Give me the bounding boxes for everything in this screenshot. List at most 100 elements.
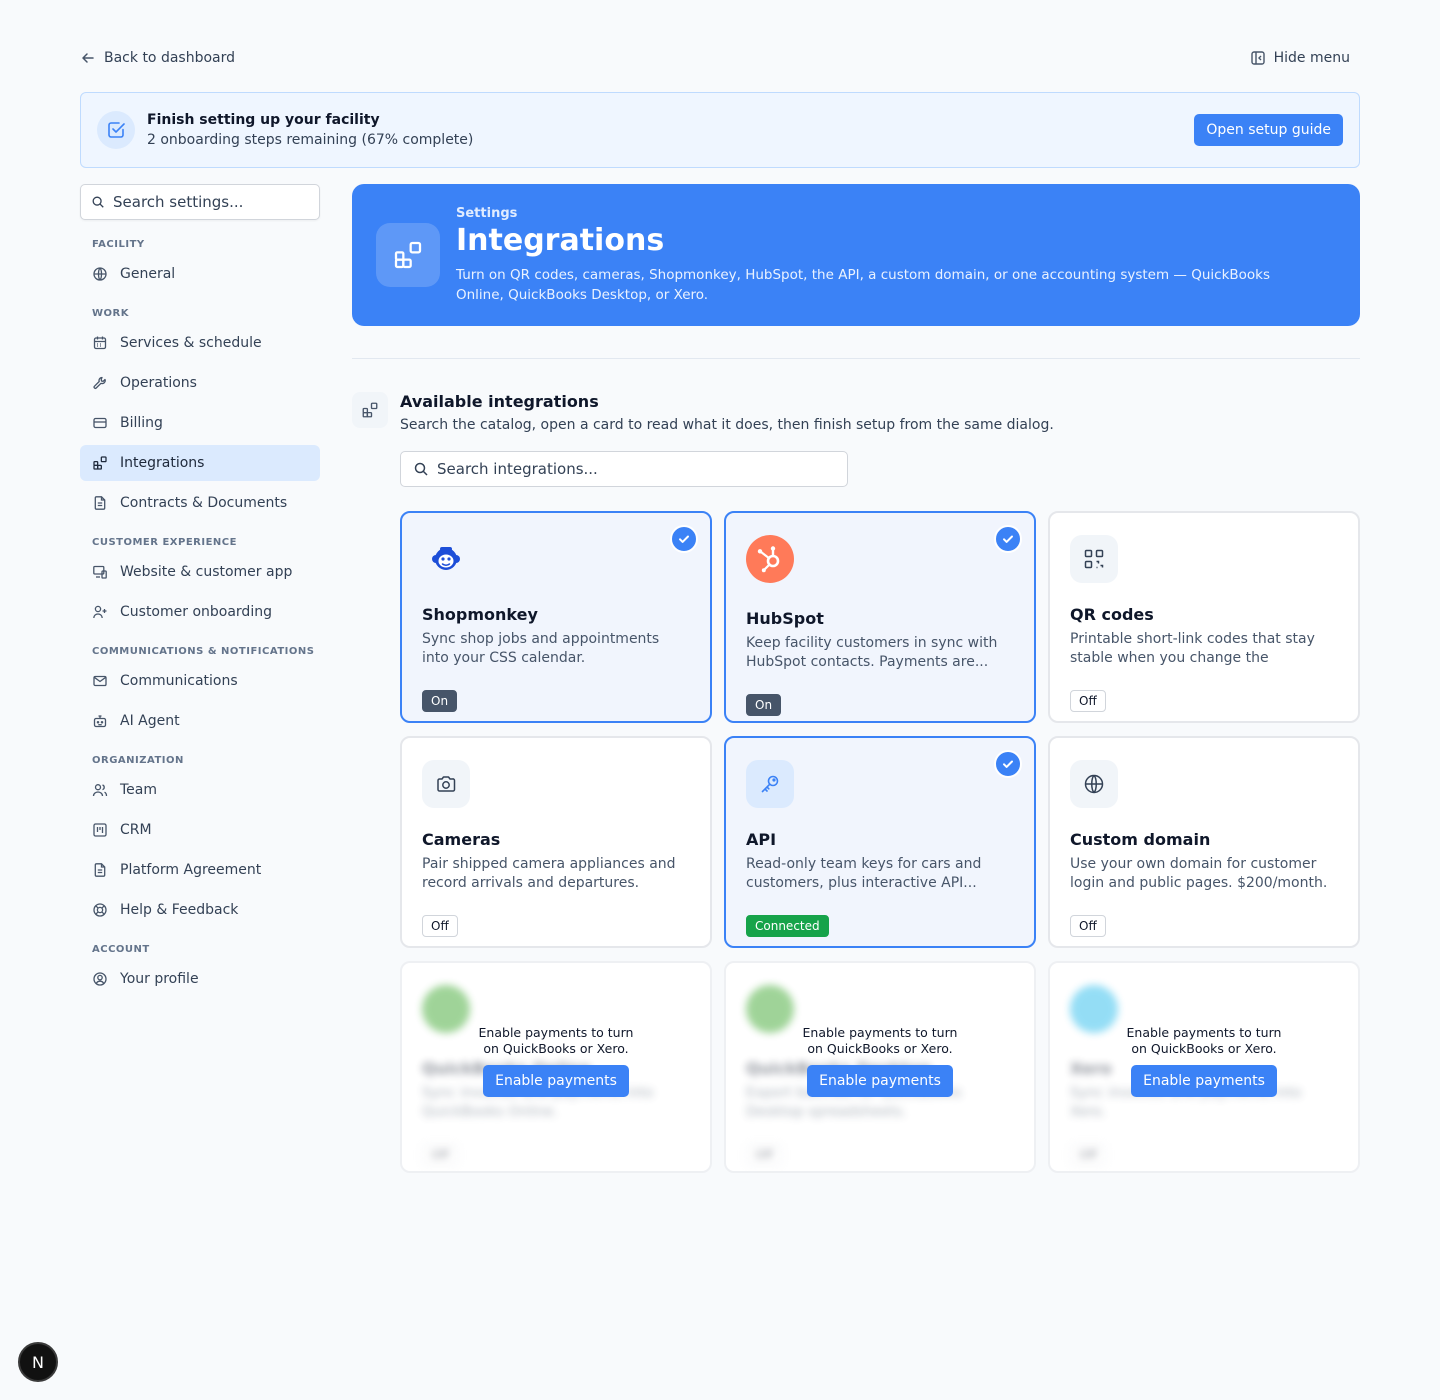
integrations-grid: Shopmonkey Sync shop jobs and appointment… (400, 511, 1360, 1173)
mail-icon (92, 673, 108, 689)
payments-required-text: Enable payments to turn on QuickBooks or… (478, 1025, 634, 1056)
integration-card-shopmonkey[interactable]: Shopmonkey Sync shop jobs and appointment… (400, 511, 712, 723)
status-badge: Off (422, 915, 458, 937)
back-to-dashboard-link[interactable]: Back to dashboard (80, 50, 235, 66)
sidebar-item-operations[interactable]: Operations (80, 365, 320, 401)
blocks-icon (376, 223, 440, 287)
nav-group-title: ORGANIZATION (92, 755, 184, 766)
shopmonkey-logo-icon (422, 535, 470, 583)
dev-indicator-button[interactable]: N (18, 1342, 58, 1382)
integration-name: Custom domain (1070, 830, 1211, 849)
sidebar-item-label: General (120, 266, 176, 282)
document-icon (92, 495, 108, 511)
sidebar-item-label: CRM (120, 822, 152, 838)
arrow-left-icon (80, 50, 96, 66)
globe-icon (92, 266, 108, 282)
page-hero: Settings Integrations Turn on QR codes, … (352, 184, 1360, 326)
check-icon (994, 525, 1022, 553)
panel-collapse-icon (1250, 50, 1266, 66)
integration-name: HubSpot (746, 609, 824, 628)
search-icon (91, 195, 105, 209)
sidebar-item-communications[interactable]: Communications (80, 663, 320, 699)
back-link-label: Back to dashboard (104, 50, 236, 66)
status-badge: Off (422, 1144, 458, 1166)
sidebar-item-label: AI Agent (120, 713, 180, 729)
integration-card-qr[interactable]: QR codes Printable short-link codes that … (1048, 511, 1360, 723)
hide-menu-button[interactable]: Hide menu (1250, 50, 1350, 66)
status-badge: Off (1070, 915, 1106, 937)
qr-code-icon (1070, 535, 1118, 583)
payments-required-text: Enable payments to turn on QuickBooks or… (1126, 1025, 1282, 1056)
setup-text: Finish setting up your facility 2 onboar… (147, 112, 1194, 148)
user-circle-icon (92, 971, 108, 987)
integration-description: Pair shipped camera appliances and recor… (422, 856, 676, 891)
calendar-icon (92, 335, 108, 351)
sidebar-item-ai-agent[interactable]: AI Agent (80, 703, 320, 739)
available-integrations-header: Available integrations Search the catalo… (352, 392, 1360, 433)
globe-icon (1070, 760, 1118, 808)
payments-required-overlay: Enable payments to turn on QuickBooks or… (402, 1025, 710, 1097)
sidebar-item-team[interactable]: Team (80, 772, 320, 808)
integrations-search (400, 451, 848, 487)
sidebar-item-services-and-schedule[interactable]: Services & schedule (80, 325, 320, 361)
sidebar-item-general[interactable]: General (80, 256, 320, 292)
integration-name: Shopmonkey (422, 605, 538, 624)
camera-icon (422, 760, 470, 808)
nav-group-title: WORK (92, 308, 129, 319)
page-title: Integrations (456, 222, 665, 258)
blocks-icon (352, 392, 388, 428)
settings-sidebar: FACILITY General WORK Services & schedule Op… (80, 184, 320, 997)
status-badge: On (422, 690, 458, 712)
settings-search-input[interactable] (113, 193, 309, 211)
nav-group-title: COMMUNICATIONS & NOTIFICATIONS (92, 646, 315, 657)
check-icon (670, 525, 698, 553)
enable-payments-button[interactable]: Enable payments (1131, 1065, 1277, 1097)
integrations-search-input[interactable] (437, 460, 835, 478)
section-title: Available integrations (400, 392, 599, 411)
integration-card-cameras[interactable]: Cameras Pair shipped camera appliances an… (400, 736, 712, 948)
kanban-icon (92, 822, 108, 838)
sidebar-item-platform-agreement[interactable]: Platform Agreement (80, 852, 320, 888)
nav-group-title: ACCOUNT (92, 944, 150, 955)
sidebar-item-integrations[interactable]: Integrations (80, 445, 320, 481)
enable-payments-button[interactable]: Enable payments (807, 1065, 953, 1097)
sidebar-item-label: Team (120, 782, 158, 798)
sidebar-item-billing[interactable]: Billing (80, 405, 320, 441)
sidebar-item-label: Website & customer app (120, 564, 293, 580)
status-badge: Off (746, 1144, 782, 1166)
integration-description: Sync shop jobs and appointments into you… (422, 631, 660, 666)
sidebar-item-label: Billing (120, 415, 163, 431)
setup-progress-text: 2 onboarding steps remaining (67% comple… (147, 132, 474, 148)
setup-title: Finish setting up your facility (147, 112, 380, 128)
integration-description: Keep facility customers in sync with Hub… (746, 635, 998, 670)
key-icon (746, 760, 794, 808)
payments-required-overlay: Enable payments to turn on QuickBooks or… (1050, 1025, 1358, 1097)
sidebar-item-website-and-customer-app[interactable]: Website & customer app (80, 554, 320, 590)
sidebar-item-customer-onboarding[interactable]: Customer onboarding (80, 594, 320, 630)
integration-card-hubspot[interactable]: HubSpot Keep facility customers in sync w… (724, 511, 1036, 723)
user-plus-icon (92, 604, 108, 620)
search-icon (413, 461, 429, 477)
sidebar-item-label: Platform Agreement (120, 862, 262, 878)
hubspot-logo-icon (746, 535, 794, 583)
nav-group-title: FACILITY (92, 239, 145, 250)
setup-banner: Finish setting up your facility 2 onboar… (80, 92, 1360, 168)
section-subtitle: Search the catalog, open a card to read … (400, 417, 1054, 433)
wrench-icon (92, 375, 108, 391)
bot-icon (92, 713, 108, 729)
nav-group-title: CUSTOMER EXPERIENCE (92, 537, 237, 548)
sidebar-item-label: Help & Feedback (120, 902, 239, 918)
sidebar-item-contracts-and-documents[interactable]: Contracts & Documents (80, 485, 320, 521)
enable-payments-button[interactable]: Enable payments (483, 1065, 629, 1097)
integration-card-api[interactable]: API Read-only team keys for cars and cust… (724, 736, 1036, 948)
sidebar-item-your-profile[interactable]: Your profile (80, 961, 320, 997)
integration-card-domain[interactable]: Custom domain Use your own domain for cus… (1048, 736, 1360, 948)
sidebar-item-help-and-feedback[interactable]: Help & Feedback (80, 892, 320, 928)
hide-menu-label: Hide menu (1273, 50, 1350, 66)
open-setup-guide-button[interactable]: Open setup guide (1194, 114, 1343, 146)
integration-description: Use your own domain for customer login a… (1070, 856, 1328, 891)
sidebar-item-label: Communications (120, 673, 238, 689)
dev-indicator-label: N (32, 1352, 44, 1372)
sidebar-item-crm[interactable]: CRM (80, 812, 320, 848)
integration-name: API (746, 830, 777, 849)
